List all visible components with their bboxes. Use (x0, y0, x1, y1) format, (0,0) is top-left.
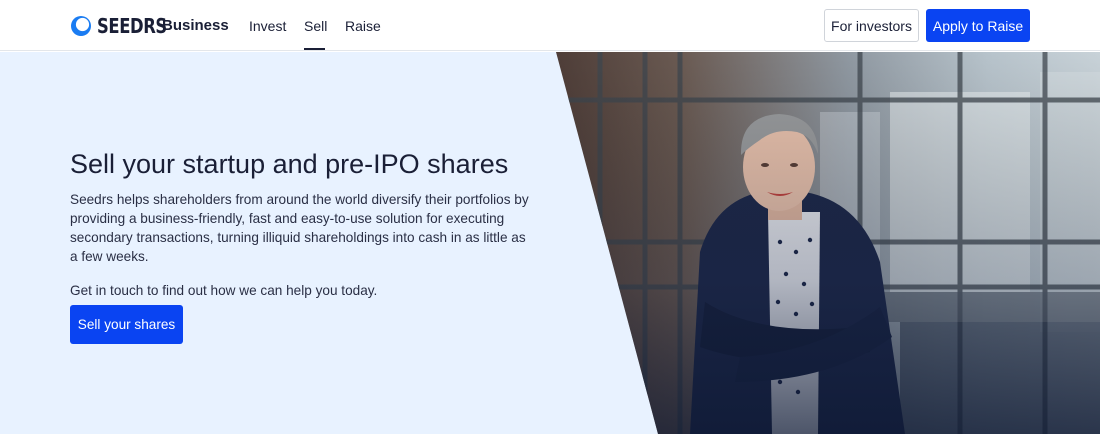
for-investors-button[interactable]: For investors (824, 9, 919, 42)
business-label: Business (162, 17, 229, 34)
nav-invest[interactable]: Invest (249, 17, 286, 35)
hero-content: Sell your startup and pre-IPO shares See… (70, 148, 540, 300)
apply-to-raise-button[interactable]: Apply to Raise (926, 9, 1030, 42)
nav-sell[interactable]: Sell (304, 17, 327, 35)
hero-title: Sell your startup and pre-IPO shares (70, 149, 509, 179)
nav-raise[interactable]: Raise (345, 17, 381, 35)
hero-cta-text: Get in touch to find out how we can help… (70, 283, 378, 298)
sell-your-shares-button[interactable]: Sell your shares (70, 305, 183, 344)
logo-wordmark: SEEDRS (97, 14, 167, 38)
nav-active-indicator (304, 48, 325, 50)
site-header: SEEDRS Business Invest Sell Raise For in… (0, 0, 1100, 51)
seedrs-logo-icon (71, 16, 91, 36)
hero-section: Sell your startup and pre-IPO shares See… (0, 52, 1100, 434)
hero-description: Seedrs helps shareholders from around th… (70, 192, 529, 264)
